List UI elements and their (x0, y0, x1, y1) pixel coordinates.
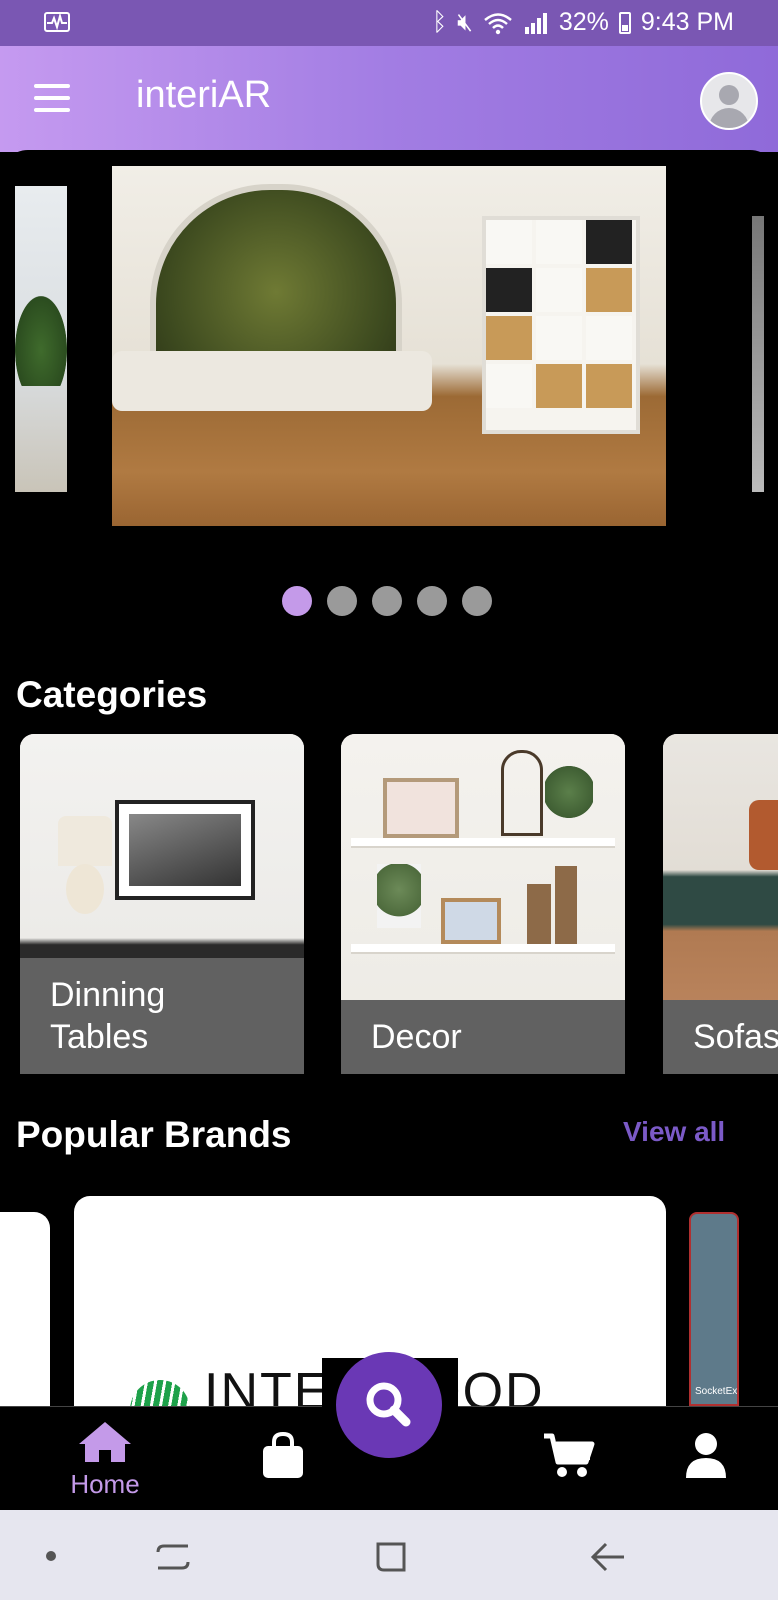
signal-icon (524, 12, 547, 34)
assistant-dot-icon[interactable] (46, 1551, 56, 1561)
carousel-slide-current[interactable] (112, 166, 666, 526)
category-label-text: Sofas (693, 1017, 778, 1056)
app-bar: interiAR (0, 46, 778, 152)
category-label-text: Decor (371, 1017, 462, 1056)
status-bar: ᛒ 🔇︎ 32% 9:43 PM (0, 0, 778, 46)
nav-home-label: Home (70, 1469, 140, 1499)
status-icons: ᛒ 🔇︎ 32% 9:43 PM (432, 8, 734, 37)
categories-title: Categories (16, 674, 208, 715)
carousel-dot[interactable] (372, 586, 402, 616)
nav-cart[interactable] (542, 1432, 596, 1485)
carousel-slide-previous[interactable] (15, 186, 67, 492)
leaf-icon (130, 1379, 190, 1406)
category-card[interactable]: Decor (341, 734, 625, 1074)
nav-shop[interactable] (260, 1431, 306, 1485)
brand-card-previous[interactable] (0, 1212, 50, 1406)
clock: 9:43 PM (640, 8, 734, 36)
brand-caption: SocketEx (695, 1386, 738, 1397)
bluetooth-icon: ᛒ (432, 8, 448, 36)
nav-home[interactable]: Home (60, 1420, 150, 1500)
shopping-bag-icon (263, 1431, 303, 1478)
user-icon (686, 1433, 726, 1478)
category-card[interactable]: Dinning Tables (20, 734, 304, 1074)
back-icon[interactable] (590, 1540, 626, 1574)
recents-icon[interactable] (156, 1540, 190, 1574)
wifi-icon (484, 12, 512, 34)
battery-percent: 32% (558, 8, 609, 36)
system-navigation-bar (0, 1510, 778, 1600)
brand-card-next[interactable]: SocketEx (689, 1212, 739, 1406)
category-label: Sofas (663, 1000, 778, 1074)
category-label: Dinning Tables (20, 958, 304, 1074)
search-icon (366, 1382, 411, 1427)
category-label-text: Dinning Tables (50, 975, 166, 1057)
carousel-dot[interactable] (462, 586, 492, 616)
home-button-icon[interactable] (374, 1540, 408, 1574)
hero-carousel[interactable] (0, 150, 778, 620)
profile-avatar[interactable] (700, 72, 758, 130)
activity-icon (44, 12, 70, 32)
carousel-indicator (282, 586, 492, 616)
app-title: interiAR (136, 74, 272, 116)
category-image (115, 800, 255, 900)
cart-icon (544, 1433, 595, 1477)
home-icon (79, 1422, 131, 1462)
view-all-link[interactable]: View all (623, 1116, 725, 1148)
category-card[interactable]: Sofas (663, 734, 778, 1074)
carousel-dot[interactable] (327, 586, 357, 616)
category-label: Decor (341, 1000, 625, 1074)
mute-icon: 🔇︎ (457, 8, 473, 36)
battery-icon (618, 11, 631, 34)
carousel-dot[interactable] (282, 586, 312, 616)
search-fab[interactable] (336, 1352, 442, 1458)
carousel-dot[interactable] (417, 586, 447, 616)
nav-profile[interactable] (684, 1432, 728, 1483)
menu-icon[interactable] (34, 84, 70, 112)
carousel-slide-next[interactable] (752, 216, 764, 492)
popular-brands-title: Popular Brands (16, 1114, 292, 1155)
